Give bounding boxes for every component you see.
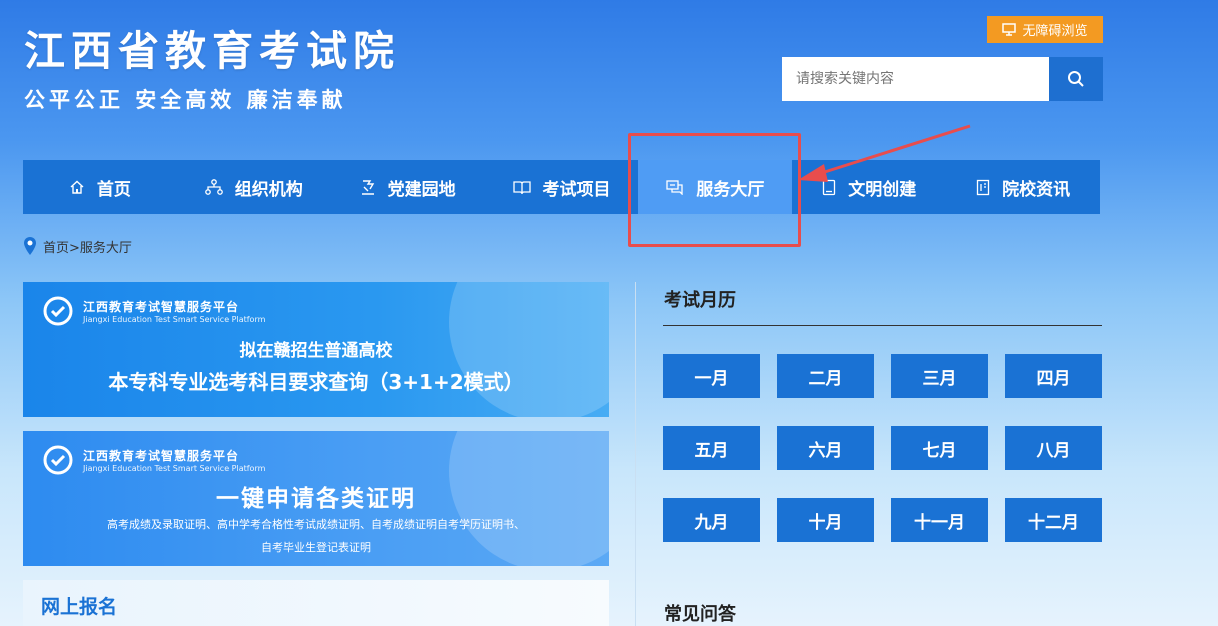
accessibility-button[interactable]: 无障碍浏览 <box>987 16 1103 43</box>
subject-requirements-banner[interactable]: 江西教育考试智慧服务平台 Jiangxi Education Test Smar… <box>23 282 609 417</box>
platform-name-en: Jiangxi Education Test Smart Service Pla… <box>83 464 266 473</box>
nav-label: 组织机构 <box>234 179 303 200</box>
nav-label: 党建园地 <box>387 179 456 200</box>
month-button-sep[interactable]: 九月 <box>663 498 760 542</box>
month-button-apr[interactable]: 四月 <box>1005 354 1102 398</box>
annotation-arrow-icon <box>798 124 971 182</box>
nav-item-organization[interactable]: 组织机构 <box>177 160 331 214</box>
accessibility-label: 无障碍浏览 <box>1022 24 1088 39</box>
breadcrumb: 首页>服务大厅 <box>23 236 132 256</box>
nav-label: 首页 <box>96 179 131 200</box>
platform-logo-icon <box>43 445 73 475</box>
month-button-oct[interactable]: 十月 <box>777 498 874 542</box>
news-icon <box>976 179 990 195</box>
month-button-may[interactable]: 五月 <box>663 426 760 470</box>
nav-item-party-building[interactable]: 党建园地 <box>331 160 485 214</box>
banner-subheadline: 本专科专业选考科目要求查询（3+1+2模式） <box>108 370 524 394</box>
faq-title: 常见问答 <box>664 604 736 625</box>
breadcrumb-text[interactable]: 首页>服务大厅 <box>43 237 132 256</box>
site-slogan: 公平公正 安全高效 廉洁奉献 <box>24 88 347 112</box>
month-button-feb[interactable]: 二月 <box>777 354 874 398</box>
book-icon <box>512 180 531 194</box>
annotation-highlight-box <box>628 133 801 247</box>
search-bar <box>782 57 1103 101</box>
search-button[interactable] <box>1049 57 1103 101</box>
exam-calendar-title: 考试月历 <box>664 290 736 311</box>
exam-calendar-divider <box>663 325 1102 326</box>
platform-name-cn: 江西教育考试智慧服务平台 <box>83 300 240 314</box>
month-button-dec[interactable]: 十二月 <box>1005 498 1102 542</box>
location-pin-icon <box>24 237 36 255</box>
certificate-application-banner[interactable]: 江西教育考试智慧服务平台 Jiangxi Education Test Smar… <box>23 431 609 566</box>
site-brand: 江西省教育考试院 公平公正 安全高效 廉洁奉献 <box>24 28 400 114</box>
search-icon <box>1068 71 1084 87</box>
online-registration-title: 网上报名 <box>41 596 118 618</box>
org-chart-icon <box>204 179 223 195</box>
platform-logo: 江西教育考试智慧服务平台 Jiangxi Education Test Smar… <box>43 445 265 475</box>
nav-item-exam-projects[interactable]: 考试项目 <box>485 160 639 214</box>
nav-item-home[interactable]: 首页 <box>23 160 177 214</box>
nav-label: 考试项目 <box>542 179 611 200</box>
month-button-nov[interactable]: 十一月 <box>891 498 988 542</box>
platform-logo-icon <box>43 296 73 326</box>
exam-calendar-months: 一月 二月 三月 四月 五月 六月 七月 八月 九月 十月 十一月 十二月 <box>663 354 1103 542</box>
month-button-jul[interactable]: 七月 <box>891 426 988 470</box>
month-button-mar[interactable]: 三月 <box>891 354 988 398</box>
platform-name-en: Jiangxi Education Test Smart Service Pla… <box>83 315 266 324</box>
party-building-icon <box>361 179 374 195</box>
month-button-jan[interactable]: 一月 <box>663 354 760 398</box>
platform-logo: 江西教育考试智慧服务平台 Jiangxi Education Test Smar… <box>43 296 265 326</box>
banner-description-cont: 自考毕业生登记表证明 <box>261 541 371 554</box>
home-icon <box>70 180 84 194</box>
column-divider <box>635 282 636 626</box>
search-input[interactable] <box>782 57 1049 101</box>
site-title: 江西省教育考试院 <box>24 27 400 75</box>
platform-name-cn: 江西教育考试智慧服务平台 <box>83 449 240 463</box>
month-button-jun[interactable]: 六月 <box>777 426 874 470</box>
monitor-icon <box>1002 23 1017 36</box>
online-registration-section: 网上报名 <box>23 580 609 626</box>
month-button-aug[interactable]: 八月 <box>1005 426 1102 470</box>
nav-label: 院校资讯 <box>1002 179 1071 200</box>
banner-description: 高考成绩及录取证明、高中学考合格性考试成绩证明、自考成绩证明自考学历证明书、 <box>107 518 525 531</box>
banner-headline: 拟在赣招生普通高校 <box>239 341 393 361</box>
banner-headline: 一键申请各类证明 <box>216 486 416 512</box>
